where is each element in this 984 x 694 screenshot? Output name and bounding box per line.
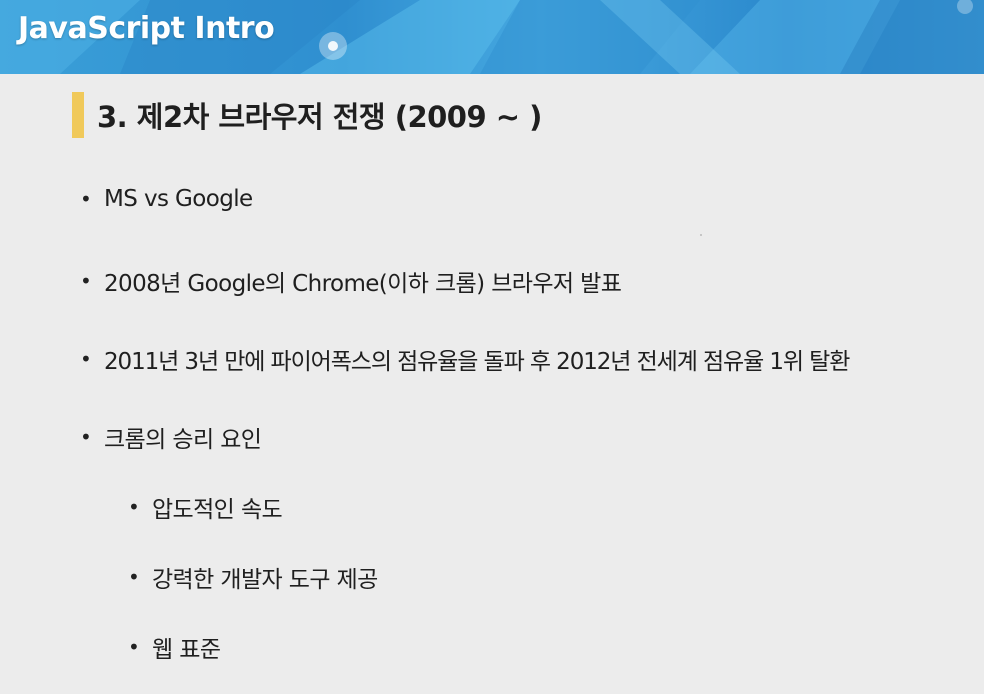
title-banner: JavaScript Intro: [0, 0, 984, 74]
list-item: • 2011년 3년 만에 파이어폭스의 점유율을 돌파 후 2012년 전세계…: [80, 342, 850, 376]
list-item-text: 2011년 3년 만에 파이어폭스의 점유율을 돌파 후 2012년 전세계 점…: [104, 349, 850, 375]
slide: JavaScript Intro 3. 제2차 브라우저 전쟁 (2009 ~ …: [0, 0, 984, 694]
list-item-text: 크롬의 승리 요인: [104, 427, 262, 453]
bullet-icon: •: [80, 425, 92, 449]
dust-speck: [700, 234, 702, 236]
section-heading: 3. 제2차 브라우저 전쟁 (2009 ~ ): [72, 90, 542, 140]
list-item-text: 강력한 개발자 도구 제공: [152, 567, 378, 593]
bullet-icon: •: [80, 347, 92, 371]
heading-text: 3. 제2차 브라우저 전쟁 (2009 ~ ): [97, 100, 542, 134]
list-item: • 2008년 Google의 Chrome(이하 크롬) 브라우저 발표: [80, 264, 622, 298]
list-item-text: 2008년 Google의 Chrome(이하 크롬) 브라우저 발표: [104, 271, 622, 297]
banner-title: JavaScript Intro: [18, 11, 275, 46]
bullet-icon: •: [128, 495, 140, 519]
sub-list-item: • 웹 표준: [128, 630, 221, 664]
sub-list-item: • 강력한 개발자 도구 제공: [128, 560, 378, 594]
sub-list-item: • 압도적인 속도: [128, 490, 283, 524]
bullet-icon: •: [128, 635, 140, 659]
list-item-text: MS vs Google: [104, 186, 253, 212]
list-item: • MS vs Google: [80, 186, 253, 212]
bullet-icon: •: [128, 565, 140, 589]
list-item-text: 웹 표준: [152, 637, 221, 663]
list-item: • 크롬의 승리 요인: [80, 420, 262, 454]
list-item-text: 압도적인 속도: [152, 497, 283, 523]
bullet-icon: •: [80, 187, 92, 211]
heading-accent-bar: [72, 92, 84, 138]
bullet-icon: •: [80, 269, 92, 293]
